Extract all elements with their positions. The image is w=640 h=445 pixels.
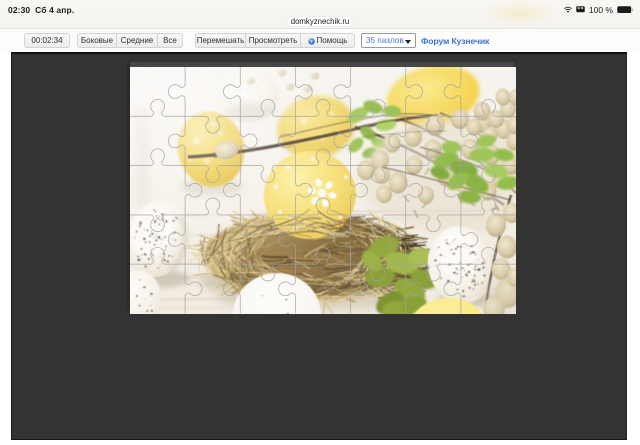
svg-text:?: ? [310, 39, 313, 44]
